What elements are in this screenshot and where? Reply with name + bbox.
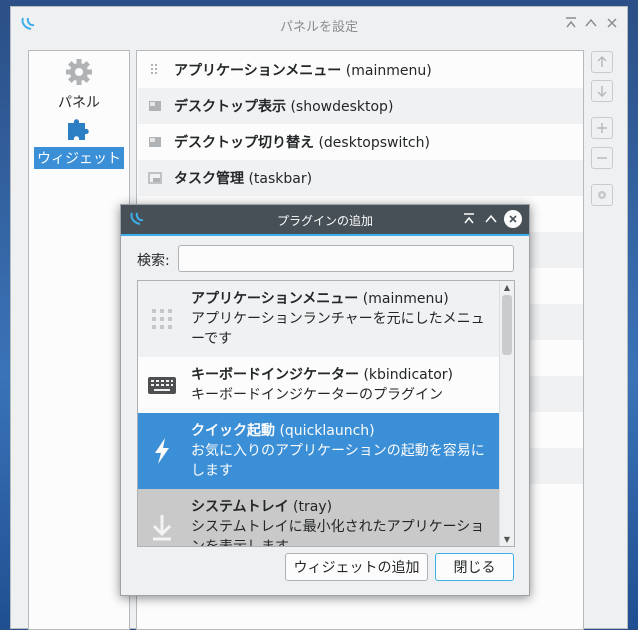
category-widgets[interactable]: ウィジェット <box>29 113 129 169</box>
item-id: (tray) <box>293 499 333 515</box>
desktop-icon <box>147 98 163 114</box>
close-dialog-button[interactable] <box>504 210 522 228</box>
item-description: システムトレイに最小化されたアプリケーションを表示します <box>191 519 485 547</box>
remove-plugin-button[interactable] <box>591 147 613 169</box>
close-window-button[interactable] <box>603 14 621 32</box>
list-item-tray[interactable]: システムトレイ (tray) システムトレイに最小化されたアプリケーションを表示… <box>138 489 500 547</box>
maximize-button[interactable] <box>482 210 500 228</box>
scroll-up-arrow-icon[interactable]: ▲ <box>500 281 514 294</box>
plugin-name: タスク管理 <box>174 171 244 187</box>
item-id: (kbindicator) <box>363 367 453 383</box>
grip-icon <box>147 62 163 78</box>
item-id: (quicklaunch) <box>279 423 375 439</box>
item-name: アプリケーションメニュー <box>191 291 359 307</box>
desktop-icon <box>147 134 163 150</box>
list-item-kbindicator[interactable]: キーボードインジケーター (kbindicator) キーボードインジケーターの… <box>138 357 500 413</box>
category-list[interactable]: パネル ウィジェット <box>28 50 130 630</box>
item-description: キーボードインジケーターのプラグイン <box>191 387 443 403</box>
plugin-id: (showdesktop) <box>290 99 394 115</box>
plugin-row-taskbar[interactable]: タスク管理 (taskbar) <box>138 160 583 196</box>
main-window-title: パネルを設定 <box>279 20 358 35</box>
category-panel[interactable]: パネル <box>29 57 129 113</box>
keyboard-icon <box>146 369 178 401</box>
list-item-quicklaunch[interactable]: クイック起動 (quicklaunch) お気に入りのアプリケーションの起動を容… <box>138 413 500 489</box>
plugin-name: デスクトップ表示 <box>174 99 286 115</box>
item-id: (mainmenu) <box>362 291 449 307</box>
download-arrow-icon <box>146 511 178 543</box>
titlebar-accent-line <box>121 234 529 236</box>
scroll-down-arrow-icon[interactable]: ▼ <box>500 533 514 546</box>
add-plugin-dialog: プラグインの追加 検索: アプリケーションメニュー (mainmenu) アプリ… <box>120 204 530 596</box>
main-titlebar[interactable]: パネルを設定 <box>11 7 627 41</box>
move-up-button[interactable] <box>591 51 613 73</box>
close-icon <box>504 210 522 228</box>
item-name: システムトレイ <box>191 499 289 515</box>
plugin-row-mainmenu[interactable]: アプリケーションメニュー (mainmenu) <box>138 52 583 88</box>
plugin-name: アプリケーションメニュー <box>174 63 342 79</box>
scrollbar-thumb[interactable] <box>502 295 512 355</box>
item-name: キーボードインジケーター <box>191 367 359 383</box>
category-label: ウィジェット <box>34 147 124 169</box>
plugin-row-desktopswitch[interactable]: デスクトップ切り替え (desktopswitch) <box>138 124 583 160</box>
search-label: 検索: <box>137 253 170 269</box>
item-description: お気に入りのアプリケーションの起動を容易にします <box>191 443 485 479</box>
close-button[interactable]: 閉じる <box>435 553 514 581</box>
configure-plugin-button[interactable] <box>591 184 613 206</box>
dialog-titlebar[interactable]: プラグインの追加 <box>121 205 529 234</box>
add-plugin-button[interactable] <box>591 117 613 139</box>
keep-above-icon[interactable] <box>562 14 580 32</box>
vertical-scrollbar[interactable]: ▲ ▼ <box>499 281 514 546</box>
puzzle-icon <box>29 113 129 147</box>
grip-icon <box>146 303 178 335</box>
plugin-name: デスクトップ切り替え <box>174 135 314 151</box>
list-item-mainmenu[interactable]: アプリケーションメニュー (mainmenu) アプリケーションランチャーを元に… <box>138 281 500 357</box>
search-input[interactable] <box>178 245 514 272</box>
move-down-button[interactable] <box>591 80 613 102</box>
item-description: アプリケーションランチャーを元にしたメニューです <box>191 311 485 347</box>
maximize-button[interactable] <box>582 14 600 32</box>
plugin-id: (desktopswitch) <box>318 135 430 151</box>
keep-above-icon[interactable] <box>460 210 478 228</box>
item-name: クイック起動 <box>191 423 275 439</box>
plugin-row-showdesktop[interactable]: デスクトップ表示 (showdesktop) <box>138 88 583 124</box>
lightning-icon <box>146 435 178 467</box>
add-widget-button[interactable]: ウィジェットの追加 <box>285 553 428 581</box>
category-label: パネル <box>58 95 100 111</box>
taskbar-icon <box>147 170 163 186</box>
gear-icon <box>29 57 129 91</box>
plugin-id: (taskbar) <box>248 171 313 187</box>
available-plugin-list[interactable]: アプリケーションメニュー (mainmenu) アプリケーションランチャーを元に… <box>137 280 515 547</box>
plugin-id: (mainmenu) <box>345 63 432 79</box>
